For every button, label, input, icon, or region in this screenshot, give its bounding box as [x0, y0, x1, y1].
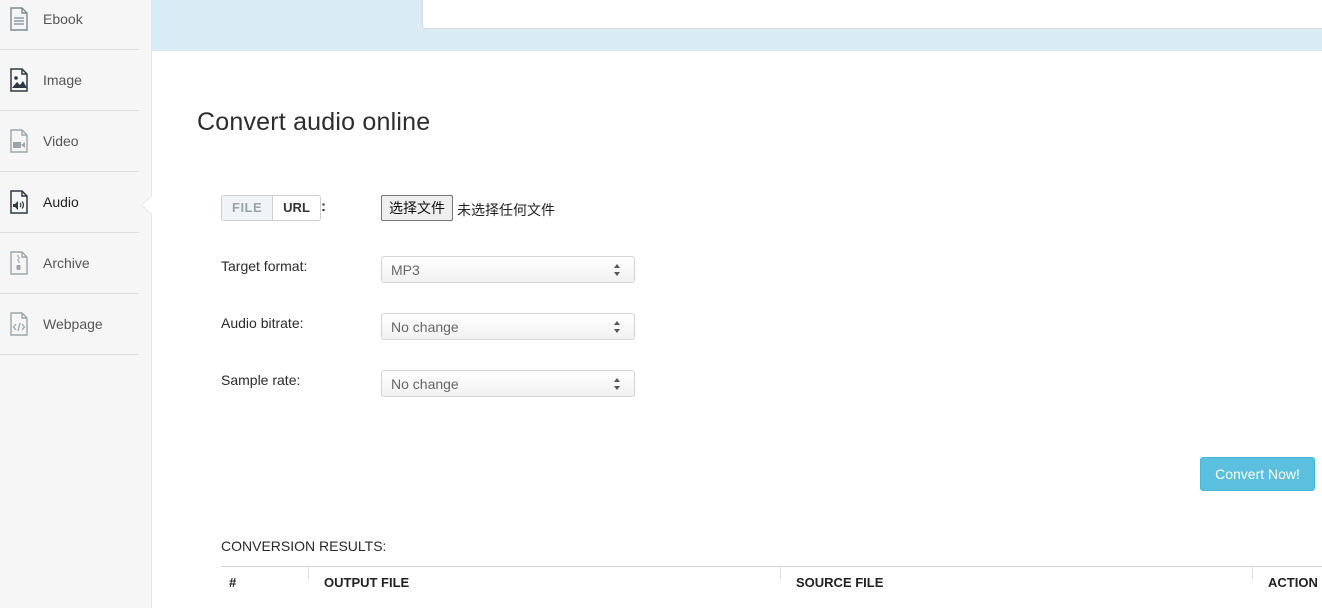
sample-rate-value: No change: [391, 376, 459, 392]
source-colon: :: [321, 198, 326, 215]
audio-bitrate-select[interactable]: No change: [381, 313, 635, 340]
sidebar-item-ebook[interactable]: Ebook: [0, 0, 139, 50]
sidebar-item-webpage[interactable]: Webpage: [0, 294, 139, 355]
results-table: # OUTPUT FILE SOURCE FILE ACTION: [221, 566, 1322, 608]
column-header-output-file: OUTPUT FILE: [324, 575, 410, 590]
webpage-icon: [8, 312, 30, 336]
column-divider: [308, 567, 309, 579]
audio-bitrate-label: Audio bitrate:: [221, 315, 304, 331]
sidebar-item-audio[interactable]: Audio: [0, 172, 139, 233]
audio-icon: [8, 190, 30, 214]
header-card: [422, 0, 1322, 29]
sidebar-item-archive[interactable]: Archive: [0, 233, 139, 294]
video-icon: [8, 129, 30, 153]
select-arrows-icon: [613, 377, 621, 391]
select-arrows-icon: [613, 263, 621, 277]
sidebar-item-label: Archive: [43, 255, 90, 271]
sidebar-item-label: Ebook: [43, 11, 83, 27]
results-title: CONVERSION RESULTS:: [221, 538, 387, 554]
sidebar-item-label: Webpage: [43, 316, 103, 332]
target-format-label: Target format:: [221, 258, 308, 274]
column-header-number: #: [229, 575, 237, 590]
page-title: Convert audio online: [197, 108, 431, 136]
choose-file-button[interactable]: 选择文件: [381, 195, 453, 221]
source-toggle: FILE URL: [221, 195, 321, 221]
sidebar: Ebook Image Video Audio Archive Webpage: [0, 0, 152, 608]
column-header-action: ACTION: [1268, 575, 1318, 590]
target-format-select[interactable]: MP3: [381, 256, 635, 283]
sidebar-item-video[interactable]: Video: [0, 111, 139, 172]
target-format-value: MP3: [391, 262, 420, 278]
sidebar-item-label: Audio: [43, 194, 79, 210]
image-icon: [8, 68, 30, 92]
column-divider: [1252, 567, 1253, 579]
sidebar-item-label: Video: [43, 133, 79, 149]
column-header-source-file: SOURCE FILE: [796, 575, 884, 590]
convert-now-button[interactable]: Convert Now!: [1200, 457, 1315, 491]
sample-rate-select[interactable]: No change: [381, 370, 635, 397]
archive-icon: [8, 251, 30, 275]
audio-bitrate-value: No change: [391, 319, 459, 335]
column-divider: [780, 567, 781, 579]
file-status-text: 未选择任何文件: [457, 202, 555, 218]
select-arrows-icon: [613, 320, 621, 334]
active-indicator: [142, 196, 152, 214]
sidebar-item-label: Image: [43, 72, 82, 88]
sample-rate-label: Sample rate:: [221, 372, 301, 388]
url-source-tab[interactable]: URL: [273, 196, 320, 220]
sidebar-item-image[interactable]: Image: [0, 50, 139, 111]
file-source-tab[interactable]: FILE: [222, 196, 274, 220]
ebook-icon: [8, 7, 30, 31]
